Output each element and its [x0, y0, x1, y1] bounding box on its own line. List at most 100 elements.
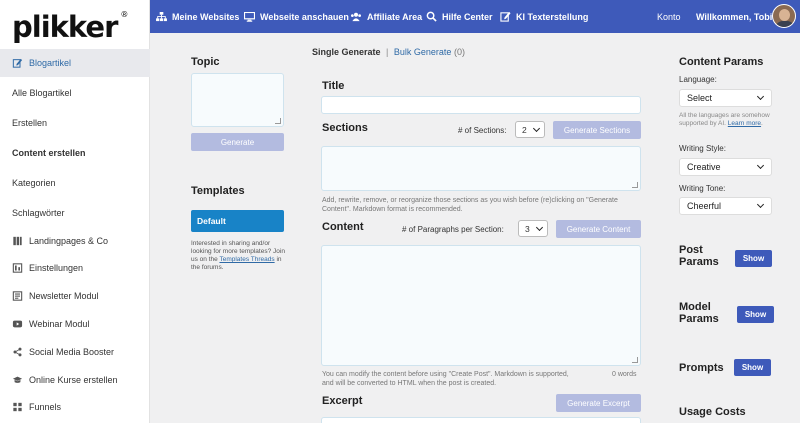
- writing-style-select[interactable]: Creative: [679, 158, 772, 176]
- paragraphs-value: 3: [525, 223, 530, 234]
- chevron-down-icon: [756, 161, 765, 170]
- generate-sections-button[interactable]: Generate Sections: [553, 121, 641, 139]
- sidebar-item-label: Funnels: [29, 402, 62, 412]
- sitemap-icon: [156, 11, 167, 21]
- paragraphs-select[interactable]: 3: [518, 220, 548, 237]
- nav-label: Affiliate Area: [367, 11, 423, 22]
- templates-note: Interested in sharing and/or looking for…: [191, 240, 287, 272]
- post-params-line1: Post: [679, 244, 703, 256]
- content-params-heading: Content Params: [679, 56, 764, 68]
- plikker-logo[interactable]: plikker ®: [12, 10, 128, 44]
- nav-webseite-anschauen[interactable]: Webseite anschauen: [244, 0, 349, 33]
- sidebar-item-schlagwoerter[interactable]: Schlagwörter: [0, 199, 150, 227]
- nav-meine-websites[interactable]: Meine Websites: [156, 0, 239, 33]
- sidebar-item-landingpages[interactable]: Landingpages & Co: [0, 227, 150, 255]
- tab-separator: |: [386, 47, 389, 57]
- sidebar-item-webinar[interactable]: Webinar Modul: [0, 310, 150, 338]
- search-icon: [426, 11, 437, 22]
- chevron-down-icon: [756, 92, 765, 101]
- word-count: 0 words: [612, 371, 637, 378]
- nav-label: Hilfe Center: [442, 11, 493, 22]
- post-params-heading: Post Params: [679, 244, 719, 268]
- post-params-line2: Params: [679, 256, 719, 268]
- nav-affiliate-area[interactable]: Affiliate Area: [350, 0, 422, 33]
- sidebar-item-label: Kategorien: [12, 178, 56, 188]
- edit-icon: [500, 11, 511, 22]
- nav-label: Meine Websites: [172, 11, 240, 22]
- generate-excerpt-button[interactable]: Generate Excerpt: [556, 394, 641, 412]
- topic-input[interactable]: [191, 73, 284, 127]
- sidebar-item-erstellen[interactable]: Erstellen: [0, 109, 150, 137]
- nav-hilfe-center[interactable]: Hilfe Center: [426, 0, 493, 33]
- pages-icon: [13, 236, 22, 246]
- sidebar-item-label: Erstellen: [12, 118, 48, 128]
- sidebar-item-kategorien[interactable]: Kategorien: [0, 169, 150, 197]
- sidebar-item-einstellungen[interactable]: Einstellungen: [0, 254, 150, 282]
- language-select[interactable]: Select: [679, 89, 772, 107]
- nav-konto[interactable]: Konto: [657, 0, 681, 33]
- registered-mark: ®: [120, 10, 128, 19]
- content-hint: You can modify the content before using …: [322, 371, 569, 387]
- sidebar-item-social-media[interactable]: Social Media Booster: [0, 338, 150, 366]
- generate-content-button[interactable]: Generate Content: [556, 220, 641, 238]
- resize-grip[interactable]: [632, 357, 638, 363]
- paragraphs-label: # of Paragraphs per Section:: [402, 225, 504, 234]
- nav-label: KI Texterstellung: [516, 11, 589, 22]
- model-params-show-button[interactable]: Show: [737, 306, 774, 323]
- sections-count-select[interactable]: 2: [515, 121, 545, 138]
- topic-heading: Topic: [191, 56, 220, 68]
- templates-heading: Templates: [191, 185, 245, 197]
- welcome-user[interactable]: Willkommen, Tobias: [696, 0, 782, 33]
- content-label: Content: [322, 221, 364, 233]
- writing-style-label: Writing Style:: [679, 144, 726, 153]
- nav-label: Konto: [657, 11, 681, 22]
- sidebar-item-blogartikel[interactable]: Blogartikel: [0, 49, 150, 77]
- excerpt-textarea[interactable]: [321, 417, 641, 423]
- sections-count-label: # of Sections:: [458, 126, 507, 135]
- sidebar-item-online-kurse[interactable]: Online Kurse erstellen: [0, 366, 150, 394]
- usage-costs-heading: Usage Costs: [679, 406, 746, 418]
- default-template-button[interactable]: Default: [191, 210, 284, 232]
- resize-grip[interactable]: [632, 182, 638, 188]
- tab-single-generate[interactable]: Single Generate: [312, 47, 381, 57]
- sidebar-item-label: Blogartikel: [29, 58, 72, 68]
- sections-textarea[interactable]: [321, 146, 641, 191]
- generate-topic-button[interactable]: Generate: [191, 133, 284, 151]
- sidebar: plikker ® Blogartikel Alle Blogartikel E…: [0, 0, 150, 423]
- title-input[interactable]: [321, 96, 641, 114]
- content-textarea[interactable]: [321, 245, 641, 366]
- settings-icon: [12, 263, 23, 273]
- tab-bulk-generate[interactable]: Bulk Generate: [394, 47, 452, 57]
- model-params-line1: Model: [679, 301, 711, 313]
- sidebar-item-funnels[interactable]: Funnels: [0, 393, 150, 421]
- title-label: Title: [322, 80, 345, 92]
- sections-label: Sections: [322, 122, 368, 134]
- avatar[interactable]: [772, 4, 796, 28]
- prompts-show-button[interactable]: Show: [734, 359, 771, 376]
- top-navigation-bar: Meine Websites Webseite anschauen Affili…: [150, 0, 800, 33]
- writing-style-value: Creative: [687, 162, 721, 172]
- monitor-icon: [244, 11, 255, 22]
- nav-ki-texterstellung[interactable]: KI Texterstellung: [500, 0, 588, 33]
- learn-more-link[interactable]: Learn more: [728, 120, 761, 127]
- resize-grip[interactable]: [275, 118, 281, 124]
- writing-tone-select[interactable]: Cheerful: [679, 197, 772, 215]
- sidebar-item-content-erstellen[interactable]: Content erstellen: [0, 139, 150, 167]
- post-params-show-button[interactable]: Show: [735, 250, 772, 267]
- graduation-icon: [12, 376, 23, 383]
- writing-tone-label: Writing Tone:: [679, 184, 726, 193]
- sidebar-item-label: Einstellungen: [29, 263, 84, 273]
- people-icon: [351, 12, 361, 21]
- sidebar-item-label: Content erstellen: [12, 148, 86, 158]
- sidebar-item-label: Newsletter Modul: [29, 291, 99, 301]
- language-value: Select: [687, 93, 713, 103]
- welcome-label: Willkommen, Tobias: [696, 11, 783, 22]
- sidebar-item-newsletter[interactable]: Newsletter Modul: [0, 282, 150, 310]
- edit-icon: [12, 58, 23, 68]
- share-icon: [13, 347, 22, 357]
- templates-threads-link[interactable]: Templates Threads: [219, 256, 274, 263]
- language-label: Language:: [679, 75, 717, 84]
- chevron-down-icon: [535, 223, 544, 232]
- avatar-face: [779, 9, 790, 21]
- sidebar-item-alle-blogartikel[interactable]: Alle Blogartikel: [0, 79, 150, 107]
